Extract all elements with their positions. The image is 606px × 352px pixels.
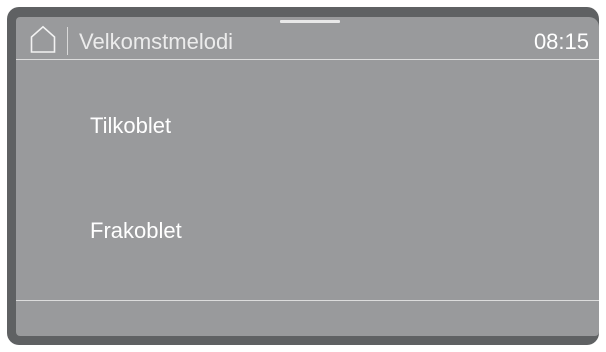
header-divider (16, 59, 599, 60)
footer-divider (16, 300, 599, 301)
clock: 08:15 (533, 29, 589, 54)
home-button[interactable] (30, 25, 56, 53)
page-title: Velkomstmelodi (79, 29, 234, 54)
device-frame: Velkomstmelodi 08:15 Tilkoblet Frakoblet (0, 0, 606, 352)
home-icon (30, 25, 56, 53)
option-tilkoblet[interactable]: Tilkoblet (90, 113, 171, 139)
display-screen: Velkomstmelodi 08:15 Tilkoblet Frakoblet (16, 17, 599, 336)
status-bar: Velkomstmelodi 08:15 (16, 17, 599, 59)
title-separator (67, 27, 68, 55)
option-frakoblet[interactable]: Frakoblet (90, 218, 182, 244)
